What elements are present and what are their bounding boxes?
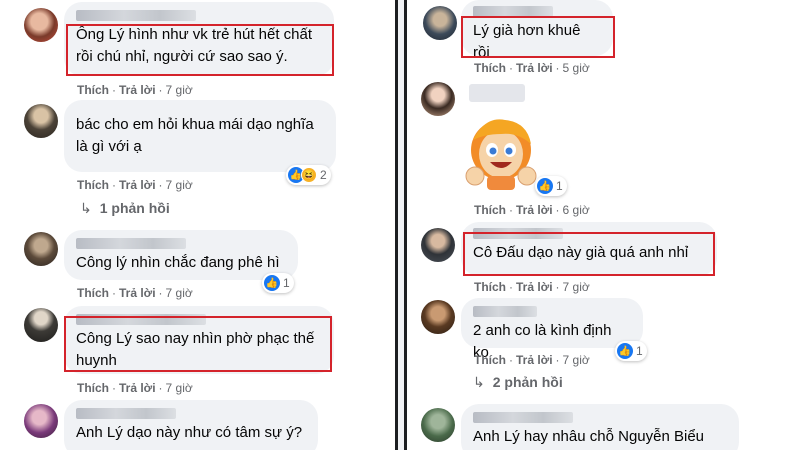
comment-time[interactable]: 7 giờ xyxy=(166,178,193,192)
comment-actions: Thích · Trả lời · 7 giờ xyxy=(77,178,193,192)
left-comment-panel: Ông Lý hình như vk trẻ hút hết chất rồi … xyxy=(0,0,395,450)
like-link[interactable]: Thích xyxy=(474,353,506,367)
avatar[interactable] xyxy=(24,308,58,342)
reaction-summary[interactable]: 👍 😆 2 xyxy=(286,165,331,185)
reply-link[interactable]: Trả lời xyxy=(119,83,156,97)
reply-arrow-icon: ↳ xyxy=(80,200,92,216)
view-replies-link[interactable]: ↳ 1 phản hồi xyxy=(80,200,170,217)
panel-divider xyxy=(395,0,407,450)
comment-time[interactable]: 7 giờ xyxy=(563,280,590,294)
avatar[interactable] xyxy=(421,82,455,116)
avatar[interactable] xyxy=(421,300,455,334)
commenter-name-blurred xyxy=(473,412,573,423)
commenter-name-blurred xyxy=(473,306,537,317)
comment-bubble: Anh Lý hay nhâu chỗ Nguyễn Biểu xyxy=(461,404,739,450)
like-link[interactable]: Thích xyxy=(77,83,109,97)
reaction-summary[interactable]: 👍 1 xyxy=(262,273,294,293)
comment-actions: Thích · Trả lời · 7 giờ xyxy=(77,381,193,395)
comment-text: Anh Lý dạo này như có tâm sự ý? xyxy=(76,424,303,441)
comment-bubble: 2 anh co là kình định ko xyxy=(461,298,643,361)
reaction-count: 1 xyxy=(556,179,563,193)
replies-count-label: 2 phản hồi xyxy=(492,374,563,390)
commenter-name-blurred xyxy=(76,408,176,419)
highlight-box xyxy=(463,232,715,276)
comment-actions: Thích · Trả lời · 7 giờ xyxy=(77,83,193,97)
comment-text: bác cho em hỏi khua mái dạo nghĩa là gì … xyxy=(76,116,314,155)
like-link[interactable]: Thích xyxy=(77,178,109,192)
reply-link[interactable]: Trả lời xyxy=(516,353,553,367)
commenter-name-blurred xyxy=(76,10,196,21)
comment-actions: Thích · Trả lời · 5 giờ xyxy=(474,61,590,75)
comment-actions: Thích · Trả lời · 7 giờ xyxy=(474,353,590,367)
like-link[interactable]: Thích xyxy=(474,203,506,217)
reply-link[interactable]: Trả lời xyxy=(119,178,156,192)
like-link[interactable]: Thích xyxy=(77,381,109,395)
comment-time[interactable]: 7 giờ xyxy=(563,353,590,367)
comment-time[interactable]: 7 giờ xyxy=(166,286,193,300)
comment-text: Công lý nhìn chắc đang phê hì xyxy=(76,254,280,271)
comment-actions: Thích · Trả lời · 6 giờ xyxy=(474,203,590,217)
comment-text: Anh Lý hay nhâu chỗ Nguyễn Biểu xyxy=(473,428,704,445)
reaction-count: 1 xyxy=(283,276,290,290)
reaction-count: 1 xyxy=(636,344,643,358)
comment-time[interactable]: 7 giờ xyxy=(166,83,193,97)
like-link[interactable]: Thích xyxy=(77,286,109,300)
highlight-box xyxy=(461,16,615,58)
avatar[interactable] xyxy=(24,404,58,438)
like-reaction-icon: 👍 xyxy=(617,343,633,359)
like-reaction-icon: 👍 xyxy=(537,178,553,194)
reply-link[interactable]: Trả lời xyxy=(516,203,553,217)
avatar[interactable] xyxy=(24,8,58,42)
comment-time[interactable]: 6 giờ xyxy=(563,203,590,217)
right-comment-panel: Lý già hơn khuê rồi Thích · Trả lời · 5 giờ … xyxy=(407,0,800,450)
avatar[interactable] xyxy=(421,228,455,262)
highlight-box xyxy=(66,24,334,76)
comment-actions: Thích · Trả lời · 7 giờ xyxy=(474,280,590,294)
replies-count-label: 1 phản hồi xyxy=(99,200,170,216)
comment-bubble: Anh Lý dạo này như có tâm sự ý? xyxy=(64,400,318,450)
comment-bubble: bác cho em hỏi khua mái dạo nghĩa là gì … xyxy=(64,100,336,172)
comment-time[interactable]: 7 giờ xyxy=(166,381,193,395)
reaction-summary[interactable]: 👍 1 xyxy=(615,341,647,361)
commenter-name-blurred xyxy=(469,84,525,102)
reply-link[interactable]: Trả lời xyxy=(119,286,156,300)
reply-link[interactable]: Trả lời xyxy=(516,61,553,75)
like-reaction-icon: 👍 xyxy=(264,275,280,291)
reaction-count: 2 xyxy=(320,168,327,182)
like-link[interactable]: Thích xyxy=(474,280,506,294)
reply-link[interactable]: Trả lời xyxy=(119,381,156,395)
commenter-name-blurred xyxy=(76,238,186,249)
avatar[interactable] xyxy=(421,408,455,442)
reaction-summary[interactable]: 👍 1 xyxy=(535,176,567,196)
avatar[interactable] xyxy=(24,104,58,138)
avatar[interactable] xyxy=(423,6,457,40)
comment-bubble: Công lý nhìn chắc đang phê hì xyxy=(64,230,298,280)
comment-actions: Thích · Trả lời · 7 giờ xyxy=(77,286,193,300)
haha-reaction-icon: 😆 xyxy=(301,167,317,183)
comment-time[interactable]: 5 giờ xyxy=(563,61,590,75)
reply-link[interactable]: Trả lời xyxy=(516,280,553,294)
avatar[interactable] xyxy=(24,232,58,266)
reply-arrow-icon: ↳ xyxy=(473,374,485,390)
like-link[interactable]: Thích xyxy=(474,61,506,75)
highlight-box xyxy=(64,316,332,372)
sticker-image xyxy=(465,110,537,192)
view-replies-link[interactable]: ↳ 2 phản hồi xyxy=(473,374,563,391)
